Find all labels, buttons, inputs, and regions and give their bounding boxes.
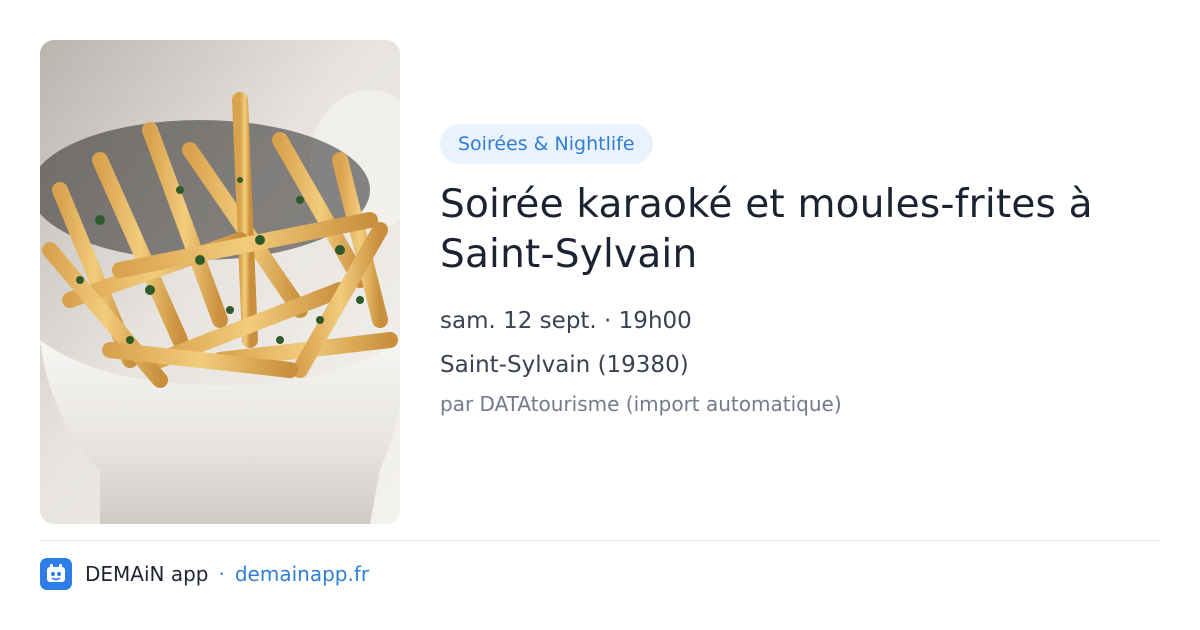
event-source: par DATAtourisme (import automatique)	[440, 392, 842, 416]
site-link[interactable]: demainapp.fr	[235, 562, 369, 586]
event-photo	[40, 40, 400, 524]
footer-divider	[40, 540, 1160, 541]
fries-bowl-image	[40, 40, 400, 524]
event-date-time: sam. 12 sept. · 19h00	[440, 308, 692, 334]
demain-app-icon	[40, 558, 72, 590]
event-location: Saint-Sylvain (19380)	[440, 352, 689, 378]
event-title: Soirée karaoké et moules-frites à Saint-…	[440, 182, 1093, 277]
event-info: Soirées & Nightlife Soirée karaoké et mo…	[440, 124, 1160, 416]
app-name: DEMAiN app	[85, 562, 209, 586]
footer: DEMAiN app · demainapp.fr	[40, 558, 369, 590]
category-badge[interactable]: Soirées & Nightlife	[440, 124, 653, 164]
footer-separator: ·	[218, 562, 225, 586]
